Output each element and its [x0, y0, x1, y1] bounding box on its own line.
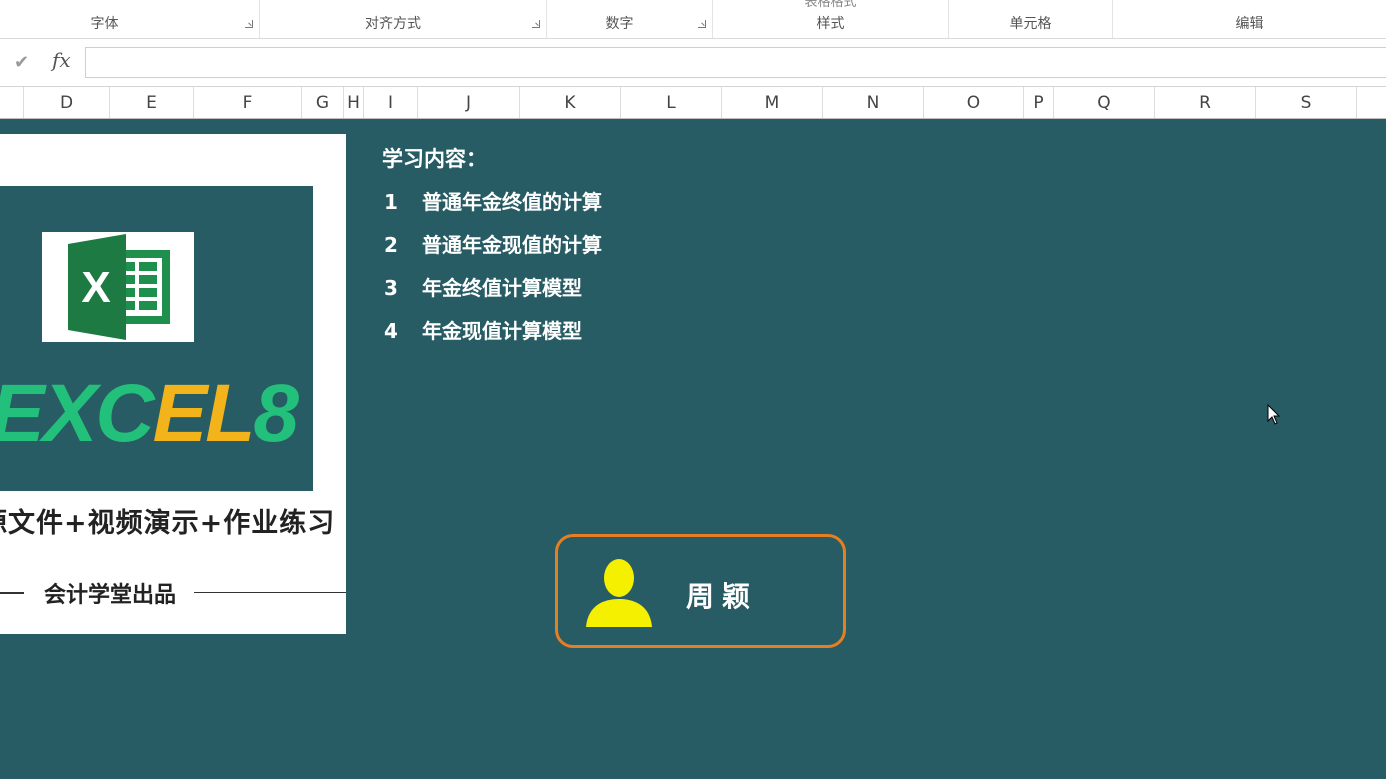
format-as-table-label[interactable]: 表格格式: [713, 0, 948, 10]
column-header[interactable]: D: [24, 87, 110, 118]
study-list-title: 学习内容：: [382, 147, 487, 171]
list-item-text: 普通年金现值的计算: [422, 233, 602, 257]
column-header[interactable]: N: [823, 87, 924, 118]
list-item-text: 年金终值计算模型: [422, 276, 582, 300]
column-header[interactable]: F: [194, 87, 302, 118]
list-item-number: 3: [384, 276, 398, 300]
column-header-partial[interactable]: [0, 87, 24, 118]
ribbon-group-label: 样式: [816, 16, 845, 32]
study-list-item[interactable]: 2 普通年金现值的计算: [384, 229, 602, 258]
column-header[interactable]: Q: [1054, 87, 1155, 118]
divider: [194, 592, 346, 593]
column-header[interactable]: L: [621, 87, 722, 118]
excel-logo-icon: X: [42, 232, 194, 342]
study-list-item[interactable]: 3 年金终值计算模型: [384, 272, 582, 301]
brand-wordmark: EXCEL8: [0, 354, 310, 464]
card-footer: 会计学堂出品: [43, 583, 176, 608]
dialog-launcher-icon[interactable]: [245, 20, 253, 28]
column-header[interactable]: O: [924, 87, 1024, 118]
column-header[interactable]: P: [1024, 87, 1054, 118]
formula-input[interactable]: [85, 47, 1386, 78]
column-headers: D E F G H I J K L M N O P Q R S: [0, 87, 1386, 119]
author-badge[interactable]: 周颖: [555, 534, 846, 648]
dialog-launcher-icon[interactable]: [698, 20, 706, 28]
ribbon-group-cells: 单元格: [949, 0, 1113, 38]
ribbon-group-label: 对齐方式: [365, 16, 421, 32]
ribbon-group-styles: 表格格式 样式: [713, 0, 949, 38]
check-icon[interactable]: ✔: [14, 52, 29, 73]
column-header[interactable]: H: [344, 87, 364, 118]
study-list-item[interactable]: 4 年金现值计算模型: [384, 315, 582, 344]
list-item-number: 4: [384, 319, 398, 343]
column-header[interactable]: M: [722, 87, 823, 118]
list-item-text: 普通年金终值的计算: [422, 190, 602, 214]
mouse-cursor-icon: [1267, 403, 1281, 430]
list-item-text: 年金现值计算模型: [422, 319, 582, 343]
column-header[interactable]: R: [1155, 87, 1256, 118]
ribbon-group-number: 数字: [547, 0, 713, 38]
dialog-launcher-icon[interactable]: [532, 20, 540, 28]
ribbon-group-label: 数字: [605, 16, 634, 32]
column-header[interactable]: S: [1256, 87, 1357, 118]
ribbon-group-label: 字体: [90, 16, 119, 32]
author-name: 周颖: [686, 580, 759, 613]
course-card[interactable]: X EXCEL8 源文件+视频演示+作业练习 会计学堂出品: [0, 134, 346, 634]
formula-bar: ✔ fx: [0, 39, 1386, 87]
list-item-number: 1: [384, 190, 398, 214]
ribbon-group-label: 单元格: [1009, 16, 1052, 32]
column-header[interactable]: E: [110, 87, 194, 118]
ribbon-group-editing: 编辑: [1113, 0, 1386, 38]
column-header[interactable]: I: [364, 87, 418, 118]
ribbon: 字体 对齐方式 数字 表格格式 样式 单元格 编辑: [0, 0, 1386, 39]
ribbon-group-label: 编辑: [1235, 16, 1264, 32]
svg-text:EXCEL8: EXCEL8: [0, 368, 299, 459]
column-header[interactable]: G: [302, 87, 344, 118]
ribbon-group-font: 字体: [0, 0, 260, 38]
list-item-number: 2: [384, 233, 398, 257]
study-list-item[interactable]: 1 普通年金终值的计算: [384, 186, 602, 215]
column-header[interactable]: K: [520, 87, 621, 118]
insert-function-button[interactable]: fx: [52, 48, 71, 72]
svg-text:X: X: [81, 263, 110, 312]
user-icon: [584, 557, 654, 633]
column-header[interactable]: J: [418, 87, 520, 118]
logo-block: X EXCEL8: [0, 186, 313, 491]
divider: [0, 592, 24, 594]
ribbon-group-alignment: 对齐方式: [260, 0, 547, 38]
card-tagline: 源文件+视频演示+作业练习: [0, 508, 336, 539]
